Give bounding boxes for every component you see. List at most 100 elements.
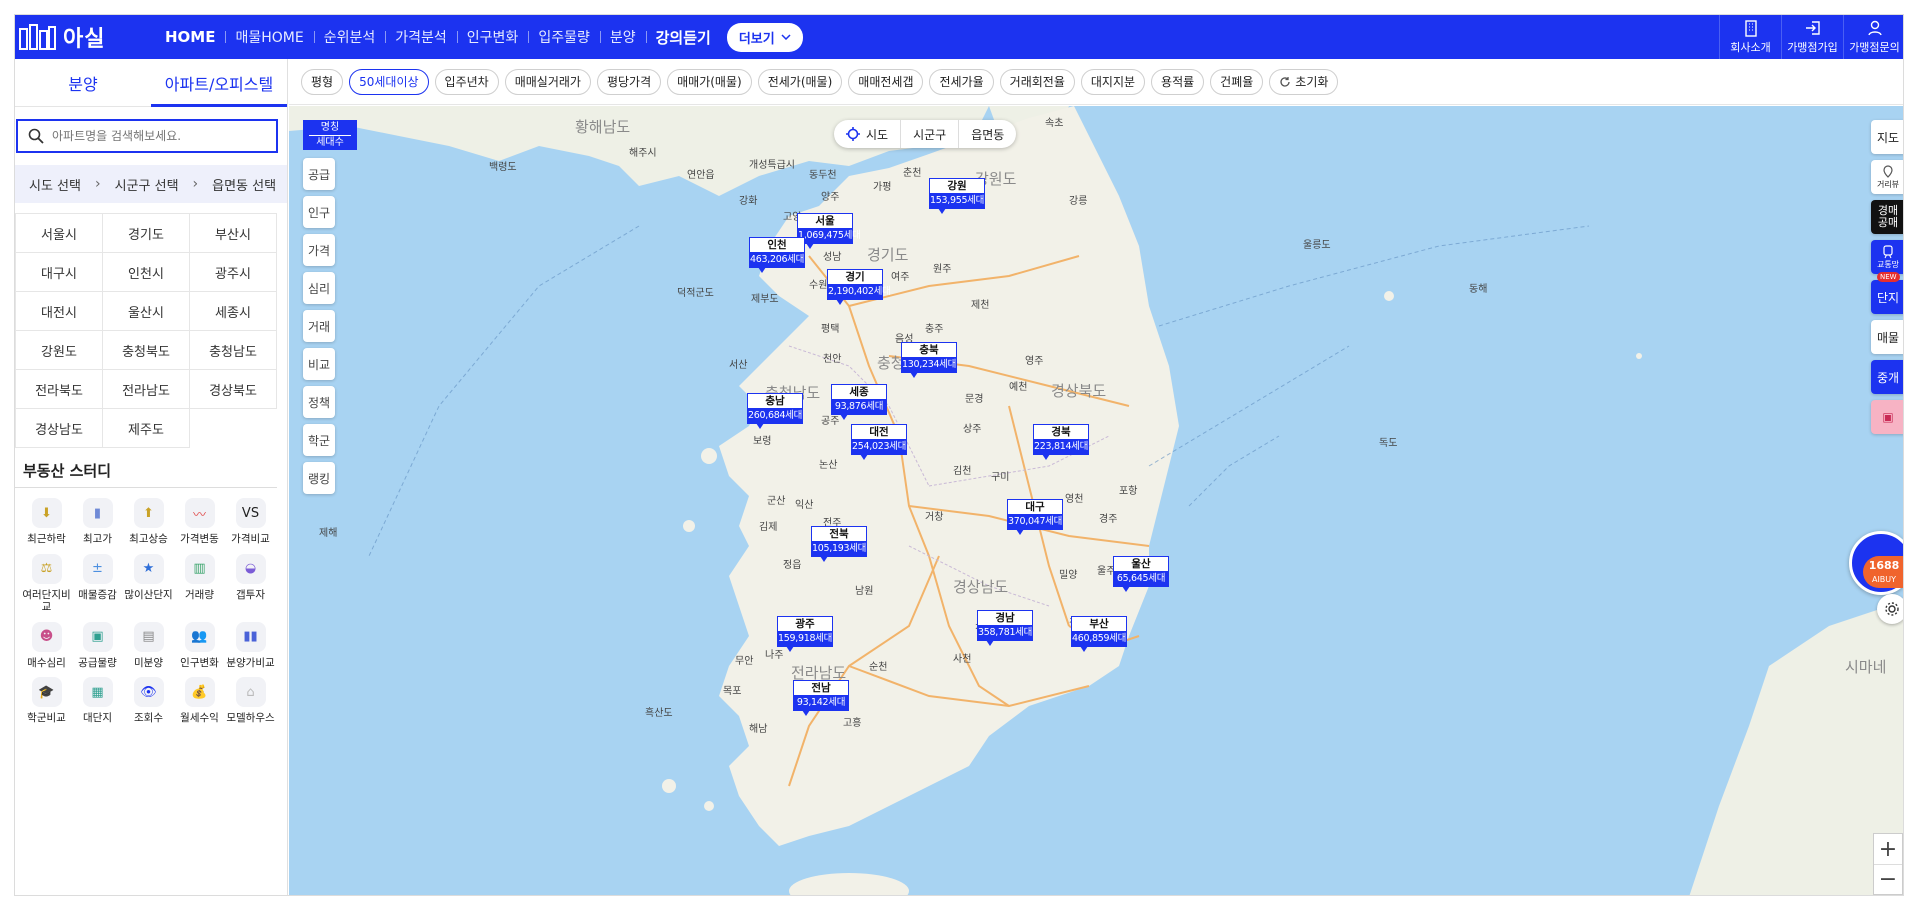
study-tool[interactable]: 👁 조회수 [123, 677, 174, 725]
region-marker[interactable]: 경남 358,781세대 [977, 610, 1033, 646]
listing-button[interactable]: 매물 [1871, 320, 1903, 354]
level-sido[interactable]: 시도 [834, 120, 900, 148]
region-marker[interactable]: 세종 93,876세대 [831, 384, 887, 420]
region-marker[interactable]: 광주 159,918세대 [777, 616, 833, 652]
study-tool[interactable]: ⬇ 최근하락 [21, 498, 72, 546]
study-tool[interactable]: ★ 많이산단지 [123, 553, 174, 614]
study-tool[interactable]: ▮▮ 분양가비교 [225, 621, 276, 670]
study-tool[interactable]: ▮ 최고가 [72, 498, 123, 546]
crumb-sigungu[interactable]: 시군구 선택 [115, 175, 179, 194]
study-tool[interactable]: 👥 인구변화 [174, 621, 225, 670]
region-item[interactable]: 강원도 [16, 331, 103, 370]
region-item[interactable]: 경기도 [103, 214, 190, 253]
filter-chip[interactable]: 거래회전율 [999, 68, 1075, 95]
nav-lectures[interactable]: 강의듣기 [645, 27, 721, 48]
region-item[interactable]: 전라남도 [103, 370, 190, 409]
tab-apartment-officetel[interactable]: 아파트/오피스텔 [151, 59, 287, 107]
map-side-menu-item[interactable]: 가격 [303, 234, 335, 266]
region-marker[interactable]: 대전 254,023세대 [851, 424, 907, 460]
region-item[interactable]: 울산시 [103, 292, 190, 331]
zoom-in-button[interactable]: + [1874, 834, 1902, 864]
region-marker[interactable]: 대구 370,047세대 [1007, 499, 1063, 535]
extra-button[interactable]: ▣ [1871, 400, 1903, 434]
study-tool[interactable]: ▦ 대단지 [72, 677, 123, 725]
zoom-out-button[interactable]: − [1874, 864, 1902, 894]
region-marker[interactable]: 충남 260,684세대 [747, 393, 803, 429]
region-marker[interactable]: 인천 463,206세대 [749, 237, 805, 273]
region-marker[interactable]: 부산 460,859세대 [1071, 616, 1127, 652]
reset-filter-button[interactable]: 초기화 [1269, 68, 1339, 95]
region-marker[interactable]: 전남 93,142세대 [793, 680, 849, 716]
search-input[interactable] [52, 129, 262, 143]
study-tool[interactable]: ◒ 갭투자 [225, 553, 276, 614]
map-side-menu-item[interactable]: 심리 [303, 272, 335, 304]
nav-listing-home[interactable]: 매물HOME [225, 27, 313, 47]
region-marker[interactable]: 서울 1,069,475세대 [797, 213, 861, 249]
level-sigungu[interactable]: 시군구 [900, 120, 958, 148]
region-item[interactable]: 서울시 [16, 214, 103, 253]
study-tool[interactable]: ▣ 공급물량 [72, 621, 123, 670]
filter-chip[interactable]: 50세대이상 [349, 68, 429, 95]
region-item[interactable]: 경상남도 [16, 409, 103, 448]
region-marker[interactable]: 충북 130,234세대 [901, 342, 957, 378]
region-item[interactable]: 세종시 [190, 292, 277, 331]
map-side-menu-item[interactable]: 랭킹 [303, 462, 335, 494]
logo[interactable]: 아실 [19, 19, 105, 55]
crumb-sido[interactable]: 시도 선택 [29, 175, 81, 194]
partner-inquiry-button[interactable]: 가맹점문의 [1843, 15, 1903, 59]
region-item[interactable]: 제주도 [103, 409, 190, 448]
filter-chip[interactable]: 매매가(매물) [667, 68, 752, 95]
complex-button[interactable]: NEW 단지 [1871, 272, 1903, 314]
study-tool[interactable]: 〰 가격변동 [174, 498, 225, 546]
region-item[interactable]: 부산시 [190, 214, 277, 253]
map-side-menu-item[interactable]: 거래 [303, 310, 335, 342]
settings-button[interactable] [1877, 594, 1903, 624]
region-item[interactable]: 광주시 [190, 253, 277, 292]
broker-button[interactable]: 중개 [1871, 360, 1903, 394]
level-eupmyeondong[interactable]: 읍면동 [958, 120, 1016, 148]
study-tool[interactable]: ▥ 거래량 [174, 553, 225, 614]
filter-chip[interactable]: 매매실거래가 [504, 68, 591, 95]
region-marker[interactable]: 경기 2,190,402세대 [827, 269, 891, 305]
region-marker[interactable]: 강원 153,955세대 [929, 178, 985, 214]
filter-chip[interactable]: 전세가율 [929, 68, 994, 95]
filter-chip[interactable]: 입주년차 [434, 68, 499, 95]
study-tool[interactable]: ⬆ 최고상승 [123, 498, 174, 546]
filter-chip[interactable]: 평당가격 [596, 68, 662, 95]
filter-chip[interactable]: 건폐율 [1210, 68, 1264, 95]
map-side-menu-item[interactable]: 학군 [303, 424, 335, 456]
street-view-button[interactable]: 거리뷰 [1871, 160, 1903, 194]
study-tool[interactable]: ▤ 미분양 [123, 621, 174, 670]
region-item[interactable]: 대전시 [16, 292, 103, 331]
region-marker[interactable]: 울산 65,645세대 [1113, 556, 1169, 592]
transit-button[interactable]: 교통망 [1871, 240, 1903, 274]
map-side-menu-item[interactable]: 정책 [303, 386, 335, 418]
region-marker[interactable]: 전북 105,193세대 [811, 526, 867, 562]
filter-chip[interactable]: 용적률 [1151, 68, 1205, 95]
filter-chip[interactable]: 대지지분 [1080, 68, 1146, 95]
nav-ranking[interactable]: 순위분석 [313, 27, 386, 47]
nav-supply[interactable]: 입주물량 [528, 27, 600, 47]
korea-map[interactable]: 황해남도 해주시 백령도 연안읍 개성특급시 동두천 춘천 강원도 속초 강화 … [289, 106, 1903, 895]
more-button[interactable]: 더보기 [726, 22, 803, 52]
nav-presale[interactable]: 분양 [599, 27, 646, 47]
nav-home[interactable]: HOME [155, 28, 225, 46]
study-tool[interactable]: ☻ 매수심리 [21, 621, 72, 670]
region-item[interactable]: 전라북도 [16, 370, 103, 409]
filter-chip[interactable]: 전세가(매물) [757, 68, 843, 95]
region-item[interactable]: 충청북도 [103, 331, 190, 370]
map-side-menu-item[interactable]: 인구 [303, 196, 335, 228]
study-tool[interactable]: ⚖ 여러단지비교 [21, 553, 72, 614]
partner-join-button[interactable]: 가맹점가입 [1781, 15, 1843, 59]
tab-presale[interactable]: 분양 [15, 59, 151, 106]
study-tool[interactable]: VS 가격비교 [225, 498, 276, 546]
study-tool[interactable]: ⌂ 모델하우스 [225, 677, 276, 725]
filter-chip[interactable]: 평형 [301, 68, 344, 95]
region-marker[interactable]: 경북 223,814세대 [1033, 424, 1089, 460]
auction-button[interactable]: 경매 공매 [1871, 200, 1903, 234]
region-item[interactable]: 대구시 [16, 253, 103, 292]
region-item[interactable]: 경상북도 [190, 370, 277, 409]
study-tool[interactable]: ± 매물증감 [72, 553, 123, 614]
region-item[interactable]: 충청남도 [190, 331, 277, 370]
crumb-eupmyeondong[interactable]: 읍면동 선택 [212, 175, 276, 194]
